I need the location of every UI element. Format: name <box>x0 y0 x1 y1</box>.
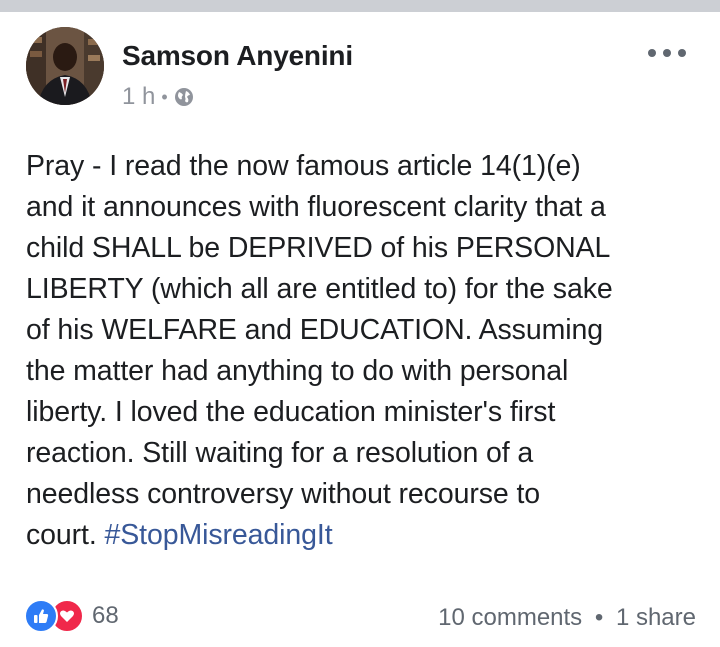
post-body: Pray - I read the now famous article 14(… <box>26 146 706 556</box>
post-body-line-last: court. #StopMisreadingIt <box>26 515 706 556</box>
more-dot-icon <box>678 49 686 57</box>
more-dot-icon <box>648 49 656 57</box>
reactions-summary[interactable]: 68 <box>24 598 119 634</box>
shares-count-link[interactable]: 1 share <box>616 604 696 631</box>
more-options-button[interactable] <box>648 46 686 60</box>
like-icon <box>24 599 58 633</box>
author-name[interactable]: Samson Anyenini <box>122 40 353 72</box>
top-divider <box>0 0 720 12</box>
author-avatar[interactable] <box>26 27 104 105</box>
post-body-line: LIBERTY (which all are entitled to) for … <box>26 273 613 305</box>
post-body-line: Pray - I read the now famous article 14(… <box>26 150 581 182</box>
post-meta: 1 h • <box>122 83 194 111</box>
profile-photo-icon <box>26 27 104 105</box>
post-body-line: needless controversy without recourse to <box>26 478 541 510</box>
post-card: Samson Anyenini 1 h • Pray - I read the … <box>0 12 720 647</box>
globe-icon <box>174 88 193 106</box>
post-time[interactable]: 1 h <box>122 83 155 111</box>
post-body-line: and it announces with fluorescent clarit… <box>26 191 606 223</box>
post-body-line: reaction. Still waiting for a resolution… <box>26 437 534 469</box>
post-body-line: child SHALL be DEPRIVED of his PERSONAL <box>26 232 611 264</box>
hashtag-link[interactable]: #StopMisreadingIt <box>105 519 333 551</box>
engagement-stats: 10 comments • 1 share <box>438 604 696 632</box>
post-body-line: liberty. I loved the education minister'… <box>26 396 556 428</box>
comments-count-link[interactable]: 10 comments <box>438 604 582 631</box>
stats-separator: • <box>594 604 604 631</box>
more-dot-icon <box>663 49 671 57</box>
post-body-text: court. <box>26 519 105 551</box>
meta-separator: • <box>161 86 168 107</box>
post-body-line: the matter had anything to do with perso… <box>26 355 569 387</box>
reaction-count: 68 <box>92 602 119 629</box>
post-body-line: of his WELFARE and EDUCATION. Assuming <box>26 314 603 346</box>
